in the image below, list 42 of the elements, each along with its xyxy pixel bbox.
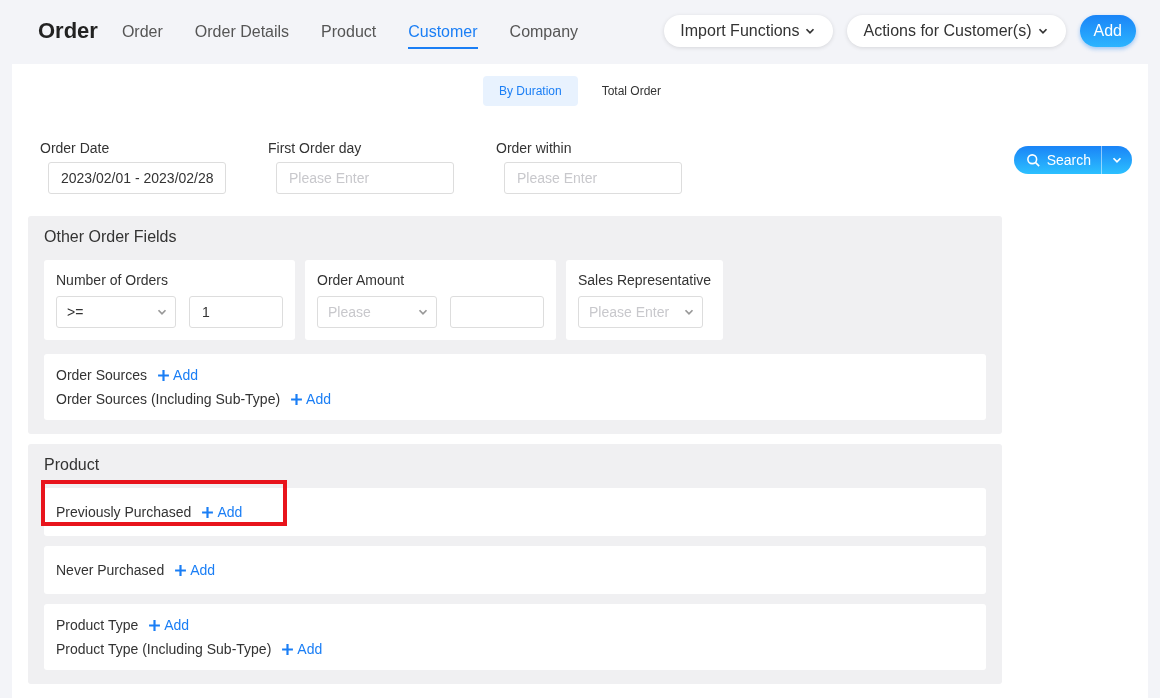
section-title: Product	[44, 456, 101, 474]
mode-tab[interactable]: By Duration	[482, 76, 578, 106]
plus-icon	[174, 563, 188, 577]
add-link[interactable]: Add	[157, 367, 198, 383]
criteria-label: Previously Purchased	[56, 504, 192, 520]
field-label: Sales Representative	[578, 272, 712, 288]
page-title: Order	[38, 18, 98, 44]
criteria-label: Never Purchased	[56, 562, 165, 578]
field-label: First Order day	[268, 140, 363, 156]
add-link[interactable]: Add	[148, 617, 190, 633]
nav-tab[interactable]: Product	[321, 17, 377, 49]
field-label: Number of Orders	[56, 272, 170, 288]
input-field[interactable]: 1	[189, 296, 283, 328]
nav-tab[interactable]: Order	[121, 17, 163, 49]
criteria-label: Order Sources (Including Sub-Type)	[56, 391, 281, 407]
nav-tab[interactable]: Customer	[408, 17, 478, 49]
input-field[interactable]: 2023/02/01 - 2023/02/28	[48, 162, 226, 194]
add-link[interactable]: Add	[201, 504, 243, 520]
criteria-label: Product Type (Including Sub-Type)	[56, 641, 272, 657]
plus-icon	[290, 392, 304, 406]
add-link[interactable]: Add	[174, 562, 216, 578]
mode-tab[interactable]: Total Order	[585, 76, 678, 106]
menu-button[interactable]: Import Functions	[664, 15, 834, 47]
plus-icon	[157, 368, 171, 382]
section-title: Other Order Fields	[44, 228, 178, 246]
add-link[interactable]: Add	[281, 641, 323, 657]
select-field[interactable]: >=	[56, 296, 176, 328]
plus-icon	[201, 505, 215, 519]
field-label: Order Amount	[317, 272, 406, 288]
field-label: Order Date	[40, 140, 111, 156]
criteria-label: Order Sources	[56, 367, 148, 383]
search-icon	[1025, 152, 1041, 168]
criteria-label: Product Type	[56, 617, 139, 633]
plus-icon	[148, 618, 162, 632]
add-button[interactable]: Add	[1079, 15, 1136, 47]
nav-tab[interactable]: Company	[509, 17, 579, 49]
input-field[interactable]	[450, 296, 544, 328]
plus-icon	[281, 642, 295, 656]
menu-button[interactable]: Actions for Customer(s)	[847, 15, 1066, 47]
field-label: Order within	[496, 140, 573, 156]
nav-tab[interactable]: Order Details	[194, 17, 290, 49]
add-link[interactable]: Add	[290, 391, 332, 407]
